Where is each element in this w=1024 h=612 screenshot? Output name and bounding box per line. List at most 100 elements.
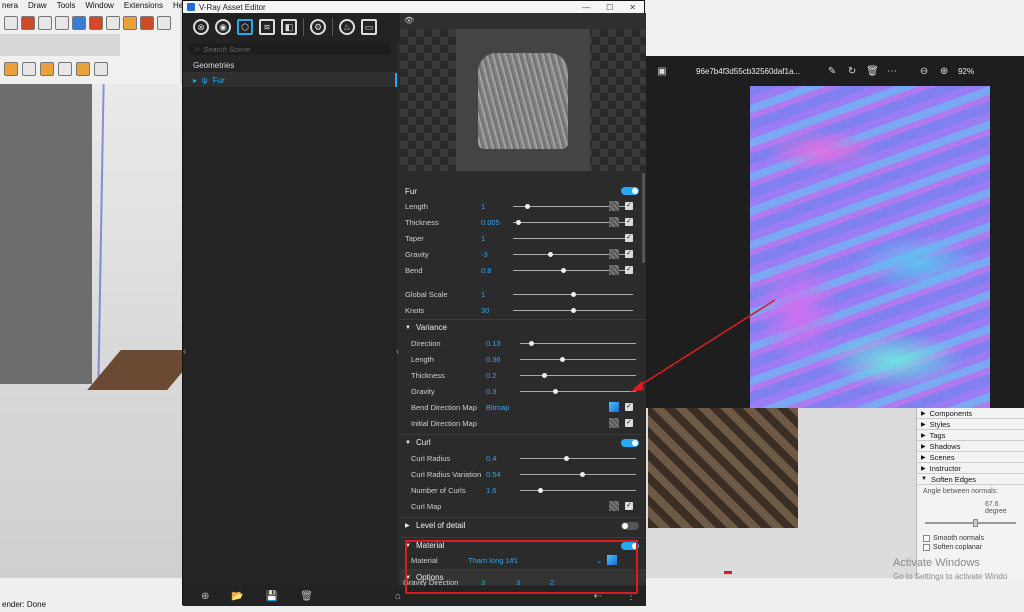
edit-icon[interactable]: ✎: [826, 66, 838, 77]
slider-knob[interactable]: [571, 308, 576, 313]
paint-tool-icon[interactable]: [55, 16, 69, 30]
pushpull-tool-icon[interactable]: [106, 16, 120, 30]
menu-window[interactable]: Window: [85, 0, 113, 12]
collapse-left-icon[interactable]: ‹: [183, 346, 186, 356]
preview-eye-icon[interactable]: 👁: [404, 16, 414, 25]
save-icon[interactable]: 💾: [266, 591, 278, 602]
open-file-icon[interactable]: 📂: [231, 591, 243, 602]
scale-tool-icon[interactable]: [38, 16, 52, 30]
minimize-icon[interactable]: —: [582, 3, 590, 12]
menu-draw[interactable]: Draw: [28, 0, 47, 12]
curl-toggle[interactable]: [621, 438, 639, 447]
variance-param-slider[interactable]: [520, 341, 636, 346]
fur-param-slider[interactable]: [513, 292, 633, 297]
gallery-icon[interactable]: ▣: [656, 66, 668, 77]
follow-me-icon[interactable]: [140, 16, 154, 30]
section-fur[interactable]: Fur: [400, 183, 646, 199]
map-slot-icon[interactable]: [609, 265, 619, 275]
tray-shadows[interactable]: ▶ Shadows: [917, 441, 1024, 452]
curl-param-value[interactable]: 0.4: [486, 454, 496, 463]
tray-components[interactable]: ▶ Components: [917, 408, 1024, 419]
text-tool-icon[interactable]: [72, 16, 86, 30]
variance-param-value[interactable]: 0.2: [486, 371, 496, 380]
section-variance[interactable]: ▼ Variance: [400, 319, 646, 335]
fur-param-value[interactable]: -3: [481, 250, 488, 259]
rotate-tool-icon[interactable]: [21, 16, 35, 30]
slider-knob[interactable]: [571, 292, 576, 297]
lod-toggle[interactable]: [621, 521, 639, 530]
bend-map-checkbox[interactable]: ✓: [625, 403, 633, 411]
select-tool-icon[interactable]: [4, 16, 18, 30]
close-icon[interactable]: ✕: [629, 3, 636, 12]
enable-checkbox[interactable]: ✓: [625, 250, 633, 258]
fur-param-slider[interactable]: [513, 236, 633, 241]
paint-bucket-icon[interactable]: [123, 16, 137, 30]
pan-icon[interactable]: [94, 62, 108, 76]
smooth-normals-checkbox[interactable]: Smooth normals: [917, 534, 1024, 543]
variance-param-slider[interactable]: [520, 389, 636, 394]
curl-param-value[interactable]: 0.54: [486, 470, 501, 479]
curl-map-checkbox[interactable]: ✓: [625, 502, 633, 510]
menu-tools[interactable]: Tools: [57, 0, 76, 12]
settings-icon[interactable]: ⚙: [310, 19, 326, 35]
tray-instructor[interactable]: ▶ Instructor: [917, 463, 1024, 474]
offset-tool-icon[interactable]: [157, 16, 171, 30]
delete-icon[interactable]: 🗑: [866, 66, 879, 77]
zoom-out-icon[interactable]: ⊖: [918, 66, 930, 77]
variance-param-value[interactable]: 0.36: [486, 355, 501, 364]
delete-asset-icon[interactable]: 🗑: [300, 591, 313, 602]
fur-param-value[interactable]: 1: [481, 202, 485, 211]
variance-param-slider[interactable]: [520, 373, 636, 378]
protractor-icon[interactable]: [4, 62, 18, 76]
curl-param-value[interactable]: 1.6: [486, 486, 496, 495]
slider-knob[interactable]: [548, 252, 553, 257]
menu-extensions[interactable]: Extensions: [124, 0, 163, 12]
expand-arrow-icon[interactable]: ▸: [193, 76, 197, 85]
textures-icon[interactable]: ≋: [259, 19, 275, 35]
map-slot-icon[interactable]: [609, 501, 619, 511]
enable-checkbox[interactable]: ✓: [625, 234, 633, 242]
slider-knob[interactable]: [561, 268, 566, 273]
tape-icon[interactable]: [22, 62, 36, 76]
curl-param-slider[interactable]: [520, 488, 636, 493]
map-slot-icon[interactable]: [609, 217, 619, 227]
curl-param-slider[interactable]: [520, 472, 636, 477]
fur-param-slider[interactable]: [513, 308, 633, 313]
slider-knob[interactable]: [542, 373, 547, 378]
tray-styles[interactable]: ▶ Styles: [917, 419, 1024, 430]
menu-camera[interactable]: nera: [2, 0, 18, 12]
slider-knob[interactable]: [973, 519, 978, 527]
bitmap-map-icon[interactable]: [609, 402, 619, 412]
variance-param-value[interactable]: 0.3: [486, 387, 496, 396]
slider-knob[interactable]: [538, 488, 543, 493]
fur-toggle[interactable]: [621, 187, 639, 195]
render-elements-icon[interactable]: ◧: [281, 19, 297, 35]
fur-param-value[interactable]: 1: [481, 290, 485, 299]
purge-icon[interactable]: ⌂: [395, 591, 401, 602]
collapse-right-icon[interactable]: ‹: [396, 346, 399, 356]
fur-param-value[interactable]: 1: [481, 234, 485, 243]
geometry-icon[interactable]: ⬡: [237, 19, 253, 35]
slider-knob[interactable]: [516, 220, 521, 225]
map-slot-icon[interactable]: [609, 418, 619, 428]
slider-knob[interactable]: [553, 389, 558, 394]
maximize-icon[interactable]: ☐: [606, 3, 613, 12]
section-curl[interactable]: ▼ Curl: [400, 434, 646, 450]
map-slot-icon[interactable]: [609, 201, 619, 211]
properties-scrollbar[interactable]: [642, 173, 645, 263]
map-slot-icon[interactable]: [609, 249, 619, 259]
initial-map-checkbox[interactable]: ✓: [625, 419, 633, 427]
dimension-icon[interactable]: [40, 62, 54, 76]
bend-direction-map-value[interactable]: Bitmap: [486, 403, 509, 412]
soften-coplanar-checkbox[interactable]: Soften coplanar: [917, 543, 1024, 552]
slider-knob[interactable]: [560, 357, 565, 362]
enable-checkbox[interactable]: ✓: [625, 266, 633, 274]
orbit-icon[interactable]: [76, 62, 90, 76]
rotate-icon[interactable]: ↻: [846, 66, 858, 77]
search-input[interactable]: ⌕ Search Scene: [189, 43, 391, 55]
variance-param-slider[interactable]: [520, 357, 636, 362]
soften-angle-slider[interactable]: [925, 519, 1016, 527]
materials-icon[interactable]: ⊗: [193, 19, 209, 35]
tray-scenes[interactable]: ▶ Scenes: [917, 452, 1024, 463]
slider-knob[interactable]: [580, 472, 585, 477]
